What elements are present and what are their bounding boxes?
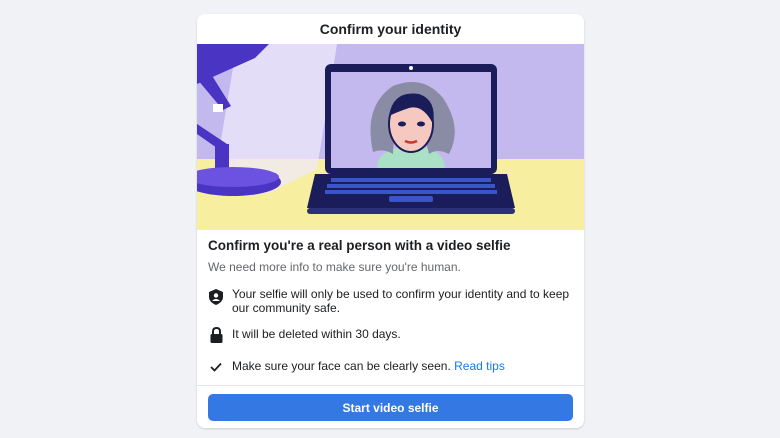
info-item-text: Your selfie will only be used to confirm… [232, 287, 570, 315]
info-item-selfie-usage: Your selfie will only be used to confirm… [208, 287, 573, 315]
identity-dialog: Confirm your identity Confirm you're a r… [197, 14, 584, 428]
footer-divider [197, 385, 584, 386]
dialog-content: Confirm you're a real person with a vide… [208, 238, 573, 387]
check-icon [208, 359, 224, 375]
info-item-face-visible: Make sure your face can be clearly seen.… [208, 359, 573, 375]
dialog-headline: Confirm you're a real person with a vide… [208, 238, 511, 253]
read-tips-link[interactable]: Read tips [454, 359, 505, 373]
lock-icon [208, 327, 224, 343]
dialog-subtext: We need more info to make sure you're hu… [208, 260, 461, 274]
dialog-title: Confirm your identity [319, 21, 462, 37]
info-item-deletion: It will be deleted within 30 days. [208, 327, 573, 343]
info-item-text: It will be deleted within 30 days. [232, 327, 401, 341]
shield-person-icon [208, 289, 224, 305]
selfie-illustration [197, 44, 584, 230]
start-video-selfie-button[interactable]: Start video selfie [208, 394, 573, 421]
info-item-text: Make sure your face can be clearly seen. [232, 359, 451, 373]
